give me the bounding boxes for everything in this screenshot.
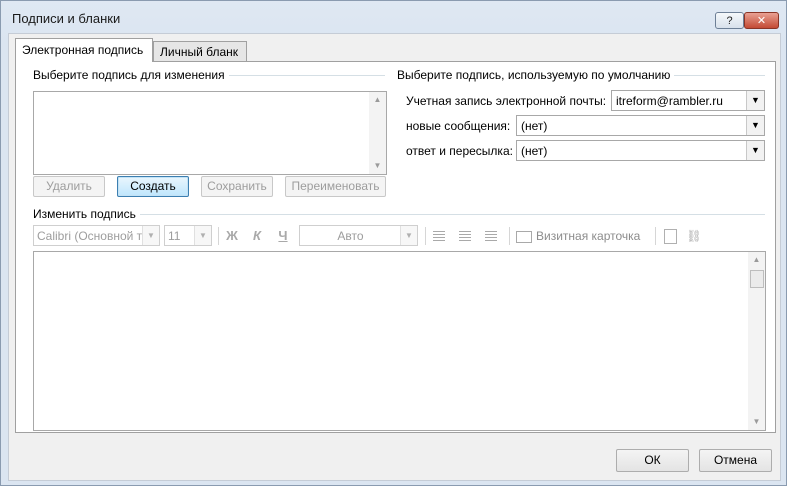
bold-button[interactable]: Ж	[221, 226, 243, 246]
new-messages-label: новые сообщения:	[406, 119, 511, 133]
font-size-value: 11	[168, 229, 181, 243]
align-right-icon	[485, 231, 497, 241]
scroll-up-arrow-icon[interactable]: ▲	[748, 252, 765, 268]
insert-hyperlink-button[interactable]: ⛓	[683, 226, 705, 246]
replies-label: ответ и пересылка:	[406, 144, 513, 158]
delete-button[interactable]: Удалить	[33, 176, 105, 197]
hyperlink-icon: ⛓	[686, 229, 702, 243]
toolbar-separator	[655, 227, 656, 245]
ok-button[interactable]: ОК	[616, 449, 689, 472]
chevron-down-icon: ▼	[746, 141, 764, 160]
align-left-button[interactable]	[428, 226, 450, 246]
edit-signature-divider	[33, 214, 765, 215]
scroll-down-arrow-icon[interactable]: ▼	[748, 414, 765, 430]
underline-button[interactable]: Ч	[272, 226, 294, 246]
toolbar-separator	[425, 227, 426, 245]
chevron-down-icon: ▼	[746, 91, 764, 110]
scroll-up-arrow-icon[interactable]: ▲	[369, 92, 386, 108]
business-card-icon	[516, 230, 532, 243]
toolbar-separator	[509, 227, 510, 245]
editor-scrollbar[interactable]: ▲ ▼	[748, 252, 765, 430]
signature-list[interactable]: ▲ ▼	[33, 91, 387, 175]
replies-value: (нет)	[521, 144, 548, 158]
edit-signature-label: Изменить подпись	[33, 207, 140, 221]
font-select[interactable]: Calibri (Основной текст) ▼	[33, 225, 160, 246]
chevron-down-icon: ▼	[746, 116, 764, 135]
tab-email-signature[interactable]: Электронная подпись	[15, 38, 153, 62]
picture-icon	[663, 229, 677, 244]
rename-button[interactable]: Переименовать	[285, 176, 386, 197]
align-center-icon	[459, 231, 471, 241]
new-messages-select[interactable]: (нет) ▼	[516, 115, 765, 136]
replies-select[interactable]: (нет) ▼	[516, 140, 765, 161]
chevron-down-icon: ▼	[194, 226, 211, 245]
create-button[interactable]: Создать	[117, 176, 189, 197]
insert-picture-button[interactable]	[659, 226, 681, 246]
dialog-body: Электронная подпись Личный бланк Выберит…	[8, 33, 781, 481]
font-size-select[interactable]: 11 ▼	[164, 225, 212, 246]
tab-personal-stationery-label: Личный бланк	[160, 45, 239, 59]
account-label: Учетная запись электронной почты:	[406, 94, 607, 108]
tab-personal-stationery[interactable]: Личный бланк	[153, 41, 247, 61]
signature-editor[interactable]: ▲ ▼	[33, 251, 766, 431]
account-select[interactable]: itreform@rambler.ru ▼	[611, 90, 765, 111]
font-color-value: Авто	[337, 229, 364, 243]
align-left-icon	[433, 231, 445, 241]
font-value: Calibri (Основной текст)	[37, 229, 143, 243]
defaults-label: Выберите подпись, используемую по умолча…	[397, 68, 675, 82]
signature-list-scrollbar[interactable]: ▲ ▼	[369, 92, 386, 174]
scroll-down-arrow-icon[interactable]: ▼	[369, 158, 386, 174]
business-card-label: Визитная карточка	[536, 229, 641, 243]
italic-button[interactable]: К	[246, 226, 268, 246]
align-center-button[interactable]	[454, 226, 476, 246]
account-value: itreform@rambler.ru	[616, 94, 723, 108]
chevron-down-icon: ▼	[142, 226, 159, 245]
font-color-select[interactable]: Авто ▼	[299, 225, 418, 246]
save-button[interactable]: Сохранить	[201, 176, 273, 197]
email-signature-panel: Выберите подпись для изменения ▲ ▼ Удали…	[15, 61, 776, 433]
business-card-button[interactable]: Визитная карточка	[516, 226, 648, 246]
signatures-dialog: Подписи и бланки ? ✕ Электронная подпись…	[0, 0, 787, 486]
scroll-thumb[interactable]	[750, 270, 764, 288]
title-bar: Подписи и бланки ? ✕	[1, 1, 786, 35]
align-right-button[interactable]	[480, 226, 502, 246]
new-messages-value: (нет)	[521, 119, 548, 133]
tab-email-signature-label: Электронная подпись	[22, 43, 144, 57]
window-title: Подписи и бланки	[12, 11, 121, 26]
toolbar-separator	[218, 227, 219, 245]
select-signature-label: Выберите подпись для изменения	[33, 68, 229, 82]
cancel-button[interactable]: Отмена	[699, 449, 772, 472]
chevron-down-icon: ▼	[400, 226, 417, 245]
help-button[interactable]: ?	[715, 12, 744, 29]
close-button[interactable]: ✕	[744, 12, 779, 29]
